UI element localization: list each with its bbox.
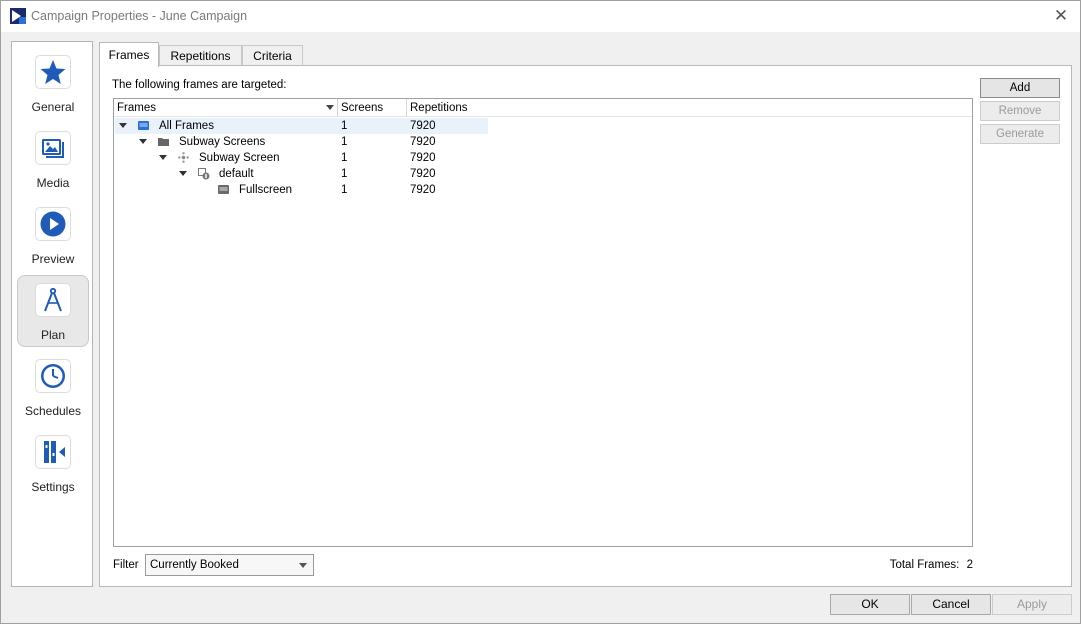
column-header-frames[interactable]: Frames (114, 99, 338, 117)
frames-panel: The following frames are targeted: Frame… (99, 65, 1072, 587)
column-header-frames-label: Frames (117, 102, 156, 114)
frame-icon (218, 185, 229, 194)
nav-label-media: Media (36, 176, 70, 190)
folder-icon (158, 138, 169, 146)
tab-repetitions[interactable]: Repetitions (159, 45, 242, 66)
left-navigation: General Media Preview Plan Schedules Set… (11, 41, 93, 587)
column-header-repetitions[interactable]: Repetitions (407, 99, 974, 117)
row-name: Subway Screens (179, 136, 266, 148)
row-repetitions: 7920 (410, 120, 436, 132)
layout-icon (198, 168, 210, 180)
nav-label-general: General (31, 100, 75, 114)
row-screens: 1 (341, 184, 348, 196)
nav-item-general[interactable]: General (17, 47, 89, 119)
row-name: Subway Screen (199, 152, 280, 164)
nav-item-preview[interactable]: Preview (17, 199, 89, 271)
app-logo-icon (10, 8, 26, 24)
frame-icon (138, 121, 149, 130)
tree-row-subway-screens[interactable]: Subway Screens 1 7920 (114, 134, 974, 150)
title-bar: Campaign Properties - June Campaign ✕ (1, 1, 1080, 32)
row-name: All Frames (159, 120, 214, 132)
tab-frames[interactable]: Frames (99, 42, 159, 67)
add-button-label: Add (1009, 82, 1031, 94)
frames-tree-grid[interactable]: Frames Screens Repetitions All Frames 1 … (113, 98, 973, 547)
add-button[interactable]: Add (980, 78, 1060, 98)
ok-button-label: OK (861, 597, 879, 611)
nav-label-settings: Settings (31, 480, 75, 494)
play-icon (35, 207, 71, 241)
media-icon (35, 131, 71, 165)
tree-row-all-frames[interactable]: All Frames 1 7920 (114, 118, 974, 134)
tree-row-subway-screen[interactable]: Subway Screen 1 7920 (114, 150, 974, 166)
expand-arrow-icon[interactable] (139, 139, 147, 144)
star-icon (35, 55, 71, 89)
total-frames: Total Frames: 2 (890, 559, 973, 571)
row-name: Fullscreen (239, 184, 293, 196)
total-frames-value: 2 (966, 559, 973, 571)
expand-arrow-icon[interactable] (159, 155, 167, 160)
row-name: default (219, 168, 254, 180)
nav-label-schedules: Schedules (24, 404, 82, 418)
filter-label: Filter (113, 559, 139, 571)
row-screens: 1 (341, 120, 348, 132)
expand-arrow-icon[interactable] (179, 171, 187, 176)
frames-caption: The following frames are targeted: (112, 79, 287, 91)
row-repetitions: 7920 (410, 136, 436, 148)
chevron-down-icon (299, 563, 307, 568)
nav-label-plan: Plan (40, 328, 66, 342)
clock-icon (35, 359, 71, 393)
remove-button-label: Remove (998, 105, 1042, 117)
ok-button[interactable]: OK (830, 594, 910, 615)
nav-item-schedules[interactable]: Schedules (17, 351, 89, 423)
tree-row-default[interactable]: default 1 7920 (114, 166, 974, 182)
filter-dropdown[interactable]: Currently Booked (145, 554, 314, 576)
filter-selected-value: Currently Booked (150, 559, 239, 571)
generate-button-label: Generate (996, 128, 1044, 140)
sort-arrow-icon (326, 105, 334, 110)
column-header-screens[interactable]: Screens (338, 99, 407, 117)
apply-button-label: Apply (1016, 597, 1048, 611)
compass-icon (35, 283, 71, 317)
close-button[interactable]: ✕ (1050, 6, 1072, 28)
row-repetitions: 7920 (410, 184, 436, 196)
nav-item-settings[interactable]: Settings (17, 427, 89, 499)
row-screens: 1 (341, 152, 348, 164)
row-screens: 1 (341, 168, 348, 180)
cancel-button[interactable]: Cancel (911, 594, 991, 615)
generate-button[interactable]: Generate (980, 124, 1060, 144)
campaign-properties-window: Campaign Properties - June Campaign ✕ Ge… (0, 0, 1081, 624)
row-repetitions: 7920 (410, 152, 436, 164)
cancel-button-label: Cancel (932, 597, 970, 611)
row-screens: 1 (341, 136, 348, 148)
window-title: Campaign Properties - June Campaign (31, 9, 248, 23)
grid-header: Frames Screens Repetitions (114, 99, 972, 117)
settings-icon (35, 435, 71, 469)
network-icon (178, 152, 189, 163)
apply-button[interactable]: Apply (992, 594, 1072, 615)
nav-item-media[interactable]: Media (17, 123, 89, 195)
remove-button[interactable]: Remove (980, 101, 1060, 121)
nav-label-preview: Preview (31, 252, 75, 266)
tree-row-fullscreen[interactable]: Fullscreen 1 7920 (114, 182, 974, 198)
nav-item-plan[interactable]: Plan (17, 275, 89, 347)
expand-arrow-icon[interactable] (119, 123, 127, 128)
row-repetitions: 7920 (410, 168, 436, 180)
tab-criteria[interactable]: Criteria (242, 45, 303, 66)
total-frames-label: Total Frames: (889, 559, 960, 571)
